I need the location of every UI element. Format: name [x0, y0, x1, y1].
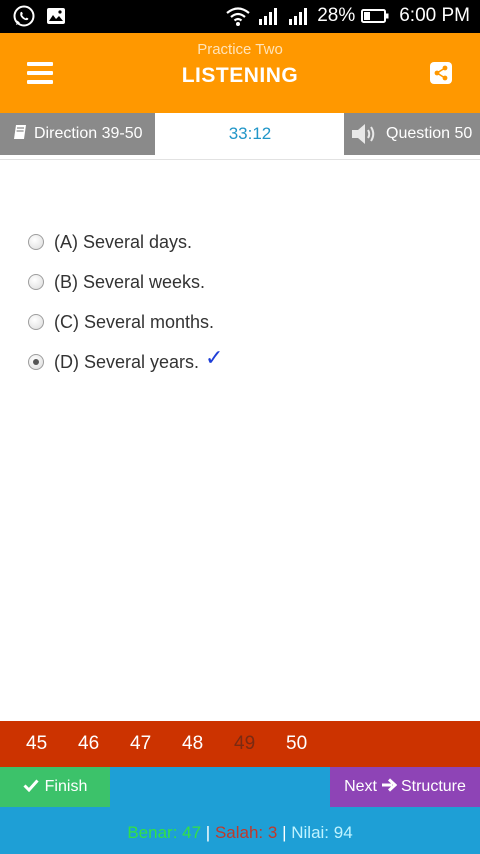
option-label: (B) Several weeks. — [54, 271, 206, 292]
radio-button[interactable] — [28, 234, 44, 250]
clock: 6:00 PM — [399, 5, 470, 26]
system-icons: 28% 6:00 PM — [225, 5, 470, 27]
finish-label: Finish — [44, 778, 88, 795]
wifi-icon — [225, 5, 251, 27]
question-number[interactable]: 47 — [118, 733, 170, 755]
score-summary: Benar: 47 | Salah: 3 | Nilai: 94 — [0, 823, 480, 843]
question-number-current[interactable]: 49 — [222, 733, 274, 755]
app-bar: Practice Two LISTENING — [0, 33, 480, 113]
question-number[interactable]: 46 — [66, 733, 118, 755]
next-target: Structure — [400, 778, 466, 795]
option-label: (D) Several years. — [54, 351, 200, 372]
page-title: LISTENING — [181, 64, 299, 87]
signal-icon — [287, 6, 311, 26]
separator: | — [205, 823, 211, 842]
option-label: (A) Several days. — [54, 231, 193, 252]
question-audio-button[interactable]: Question 50 — [344, 113, 480, 155]
arrow-right-icon — [381, 777, 398, 797]
page-subtitle: Practice Two — [197, 41, 283, 58]
battery-percent: 28% — [317, 5, 356, 26]
question-label: Question 50 — [386, 125, 473, 142]
option-b[interactable]: (B) Several weeks. — [28, 262, 223, 302]
score-value: Nilai: 94 — [291, 823, 353, 842]
bottom-bar: Finish Next Structure Benar: 47 | Salah:… — [0, 767, 480, 854]
option-d[interactable]: (D) Several years. ✓ — [28, 342, 223, 382]
divider — [0, 159, 480, 160]
option-c[interactable]: (C) Several months. — [28, 302, 223, 342]
direction-label: Direction 39-50 — [34, 125, 143, 142]
signal-icon — [257, 6, 281, 26]
book-icon — [12, 124, 28, 145]
speaker-icon — [346, 117, 382, 151]
status-bar: 28% 6:00 PM — [0, 0, 480, 33]
finish-button[interactable]: Finish — [0, 767, 110, 807]
radio-button-selected[interactable] — [28, 354, 44, 370]
radio-button[interactable] — [28, 314, 44, 330]
image-icon — [46, 7, 66, 30]
wrong-count: Salah: 3 — [214, 823, 278, 842]
question-number[interactable]: 45 — [14, 733, 66, 755]
notification-icons — [12, 4, 66, 33]
separator: | — [282, 823, 287, 842]
next-structure-button[interactable]: Next Structure — [330, 767, 480, 807]
whatsapp-icon — [12, 4, 36, 33]
timer: 33:12 — [228, 124, 272, 143]
radio-button[interactable] — [28, 274, 44, 290]
correct-count: Benar: 47 — [127, 823, 202, 842]
question-number[interactable]: 48 — [170, 733, 222, 755]
battery-icon — [361, 8, 389, 24]
share-icon[interactable] — [430, 62, 452, 84]
question-number[interactable]: 50 — [274, 733, 326, 755]
direction-button[interactable]: Direction 39-50 — [0, 113, 155, 155]
info-bar: Direction 39-50 33:12 Question 50 — [0, 113, 480, 155]
answer-options: (A) Several days. (B) Several weeks. (C)… — [28, 222, 223, 382]
next-label: Next — [344, 778, 377, 795]
question-navigator: 45 46 47 48 49 50 — [0, 721, 480, 767]
check-icon — [23, 778, 39, 797]
option-a[interactable]: (A) Several days. — [28, 222, 223, 262]
correct-check-icon: ✓ — [205, 345, 224, 370]
option-label: (C) Several months. — [54, 311, 215, 332]
